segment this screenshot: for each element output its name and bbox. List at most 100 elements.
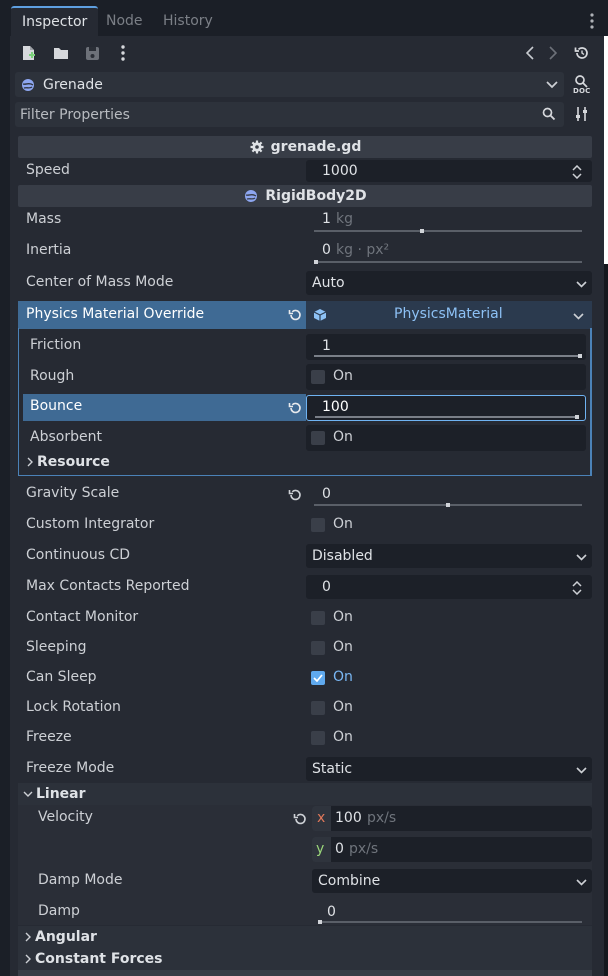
inertia-label: Inertia [26,242,72,258]
velocity-y-input[interactable]: y 0 px/s [312,837,592,862]
freeze-checkbox[interactable] [311,731,325,745]
revert-icon[interactable] [292,811,308,827]
filter-properties-input[interactable]: Filter Properties [15,102,564,127]
contact-monitor-label: Contact Monitor [26,609,139,625]
scrollbar-strip[interactable] [604,36,608,264]
physics-material-icon [312,307,328,323]
bounce-slider-track[interactable] [315,416,579,418]
continuous-cd-dropdown[interactable]: Disabled [306,544,592,568]
tab-node[interactable]: Node [95,6,154,36]
max-contacts-spinbox[interactable]: 0 [306,575,592,599]
friction-slider-track[interactable] [314,355,582,357]
back-icon[interactable] [524,45,536,61]
revert-icon[interactable] [287,307,303,323]
sleeping-toggle-label: On [333,639,353,655]
chevron-down-icon [575,877,587,887]
object-selector-label: Grenade [43,76,103,93]
velocity-y-value: 0 [335,841,344,857]
friction-label: Friction [30,337,82,353]
save-icon[interactable] [83,44,101,62]
sleeping-toggle[interactable]: On [306,636,592,660]
angular-group-header[interactable]: Angular [18,926,592,948]
velocity-y-axis-label: y [316,841,325,857]
script-section-header[interactable]: grenade.gd [18,136,592,158]
damp-label: Damp [38,903,80,919]
mass-unit: kg [336,211,353,227]
more-menu-icon[interactable] [118,44,128,62]
sleeping-checkbox[interactable] [311,641,325,655]
chevron-down-icon [575,765,587,775]
velocity-y-unit: px/s [349,841,379,857]
spin-arrows-icon[interactable] [571,164,583,180]
damp-mode-value: Combine [318,873,381,889]
history-icon[interactable] [573,45,591,61]
freeze-mode-label: Freeze Mode [26,760,115,776]
contact-monitor-checkbox[interactable] [311,611,325,625]
absorbent-checkbox[interactable] [311,431,325,445]
lock-rotation-toggle[interactable]: On [306,696,592,720]
spin-arrows-icon[interactable] [571,580,583,596]
resource-group-label: Resource [37,454,110,470]
revert-icon[interactable] [287,400,303,416]
property-tools-icon[interactable] [573,105,591,123]
constant-forces-group-header[interactable]: Constant Forces [18,948,592,970]
rigidbody-section-header[interactable]: RigidBody2D [18,185,592,207]
custom-integrator-toggle[interactable]: On [306,513,592,537]
open-folder-icon[interactable] [52,44,70,62]
inertia-slider-knob[interactable] [314,260,318,264]
gravity-scale-slider-knob[interactable] [446,503,450,507]
inertia-slider[interactable]: 0 kg · px² [306,239,592,267]
rigidbody-section-title: RigidBody2D [265,188,367,204]
chevron-down-icon[interactable] [545,79,559,91]
center-of-mass-mode-dropdown[interactable]: Auto [306,271,592,295]
damp-mode-dropdown[interactable]: Combine [312,869,592,893]
contact-monitor-toggle[interactable]: On [306,606,592,630]
inertia-slider-track[interactable] [314,261,582,263]
mass-slider-knob[interactable] [419,229,424,233]
lock-rotation-checkbox[interactable] [311,701,325,715]
mass-slider[interactable]: 1 kg [306,208,592,236]
can-sleep-toggle[interactable]: On [306,666,592,690]
absorbent-toggle[interactable]: On [306,425,586,451]
chevron-down-icon[interactable] [572,311,584,321]
new-resource-icon[interactable] [20,44,38,62]
tab-menu-icon[interactable] [589,12,595,30]
friction-slider-knob[interactable] [578,354,582,358]
can-sleep-toggle-label: On [333,669,353,685]
mass-slider-track[interactable] [314,230,582,232]
damp-slider-knob[interactable] [318,920,322,924]
doc-button[interactable]: DOC [572,74,592,96]
damp-slider[interactable]: 0 [312,900,592,926]
velocity-x-unit: px/s [367,810,397,826]
rough-toggle[interactable]: On [306,364,586,390]
gravity-scale-value: 0 [322,486,331,502]
object-selector[interactable]: Grenade [15,72,564,97]
tab-inspector[interactable]: Inspector [11,6,99,36]
rough-checkbox[interactable] [311,370,325,384]
revert-icon[interactable] [287,487,303,503]
resource-group-header[interactable]: Resource [26,452,226,472]
scrollbar-track[interactable] [604,264,608,976]
freeze-toggle[interactable]: On [306,726,592,750]
speed-spinbox[interactable]: 1000 [306,160,592,182]
freeze-mode-dropdown[interactable]: Static [306,757,592,781]
physics-material-resource-picker[interactable]: PhysicsMaterial [306,301,592,329]
damp-slider-track[interactable] [318,921,582,923]
bounce-slider-knob[interactable] [575,415,579,419]
friction-slider[interactable]: 1 [306,334,586,360]
chevron-down-icon [575,552,587,562]
search-icon [541,106,557,122]
bounce-input[interactable]: 100 [306,395,586,421]
gravity-scale-slider[interactable]: 0 [306,482,592,510]
gear-icon [249,139,265,155]
freeze-label: Freeze [26,729,72,745]
forward-icon[interactable] [547,45,559,61]
angular-group-label: Angular [35,929,97,945]
linear-group-label: Linear [36,786,86,802]
can-sleep-checkbox[interactable] [311,671,325,685]
linear-group-header[interactable]: Linear [18,783,592,805]
velocity-x-input[interactable]: x 100 px/s [312,806,592,831]
custom-integrator-checkbox[interactable] [311,518,325,532]
custom-integrator-toggle-label: On [333,516,353,532]
tab-history[interactable]: History [152,6,224,36]
